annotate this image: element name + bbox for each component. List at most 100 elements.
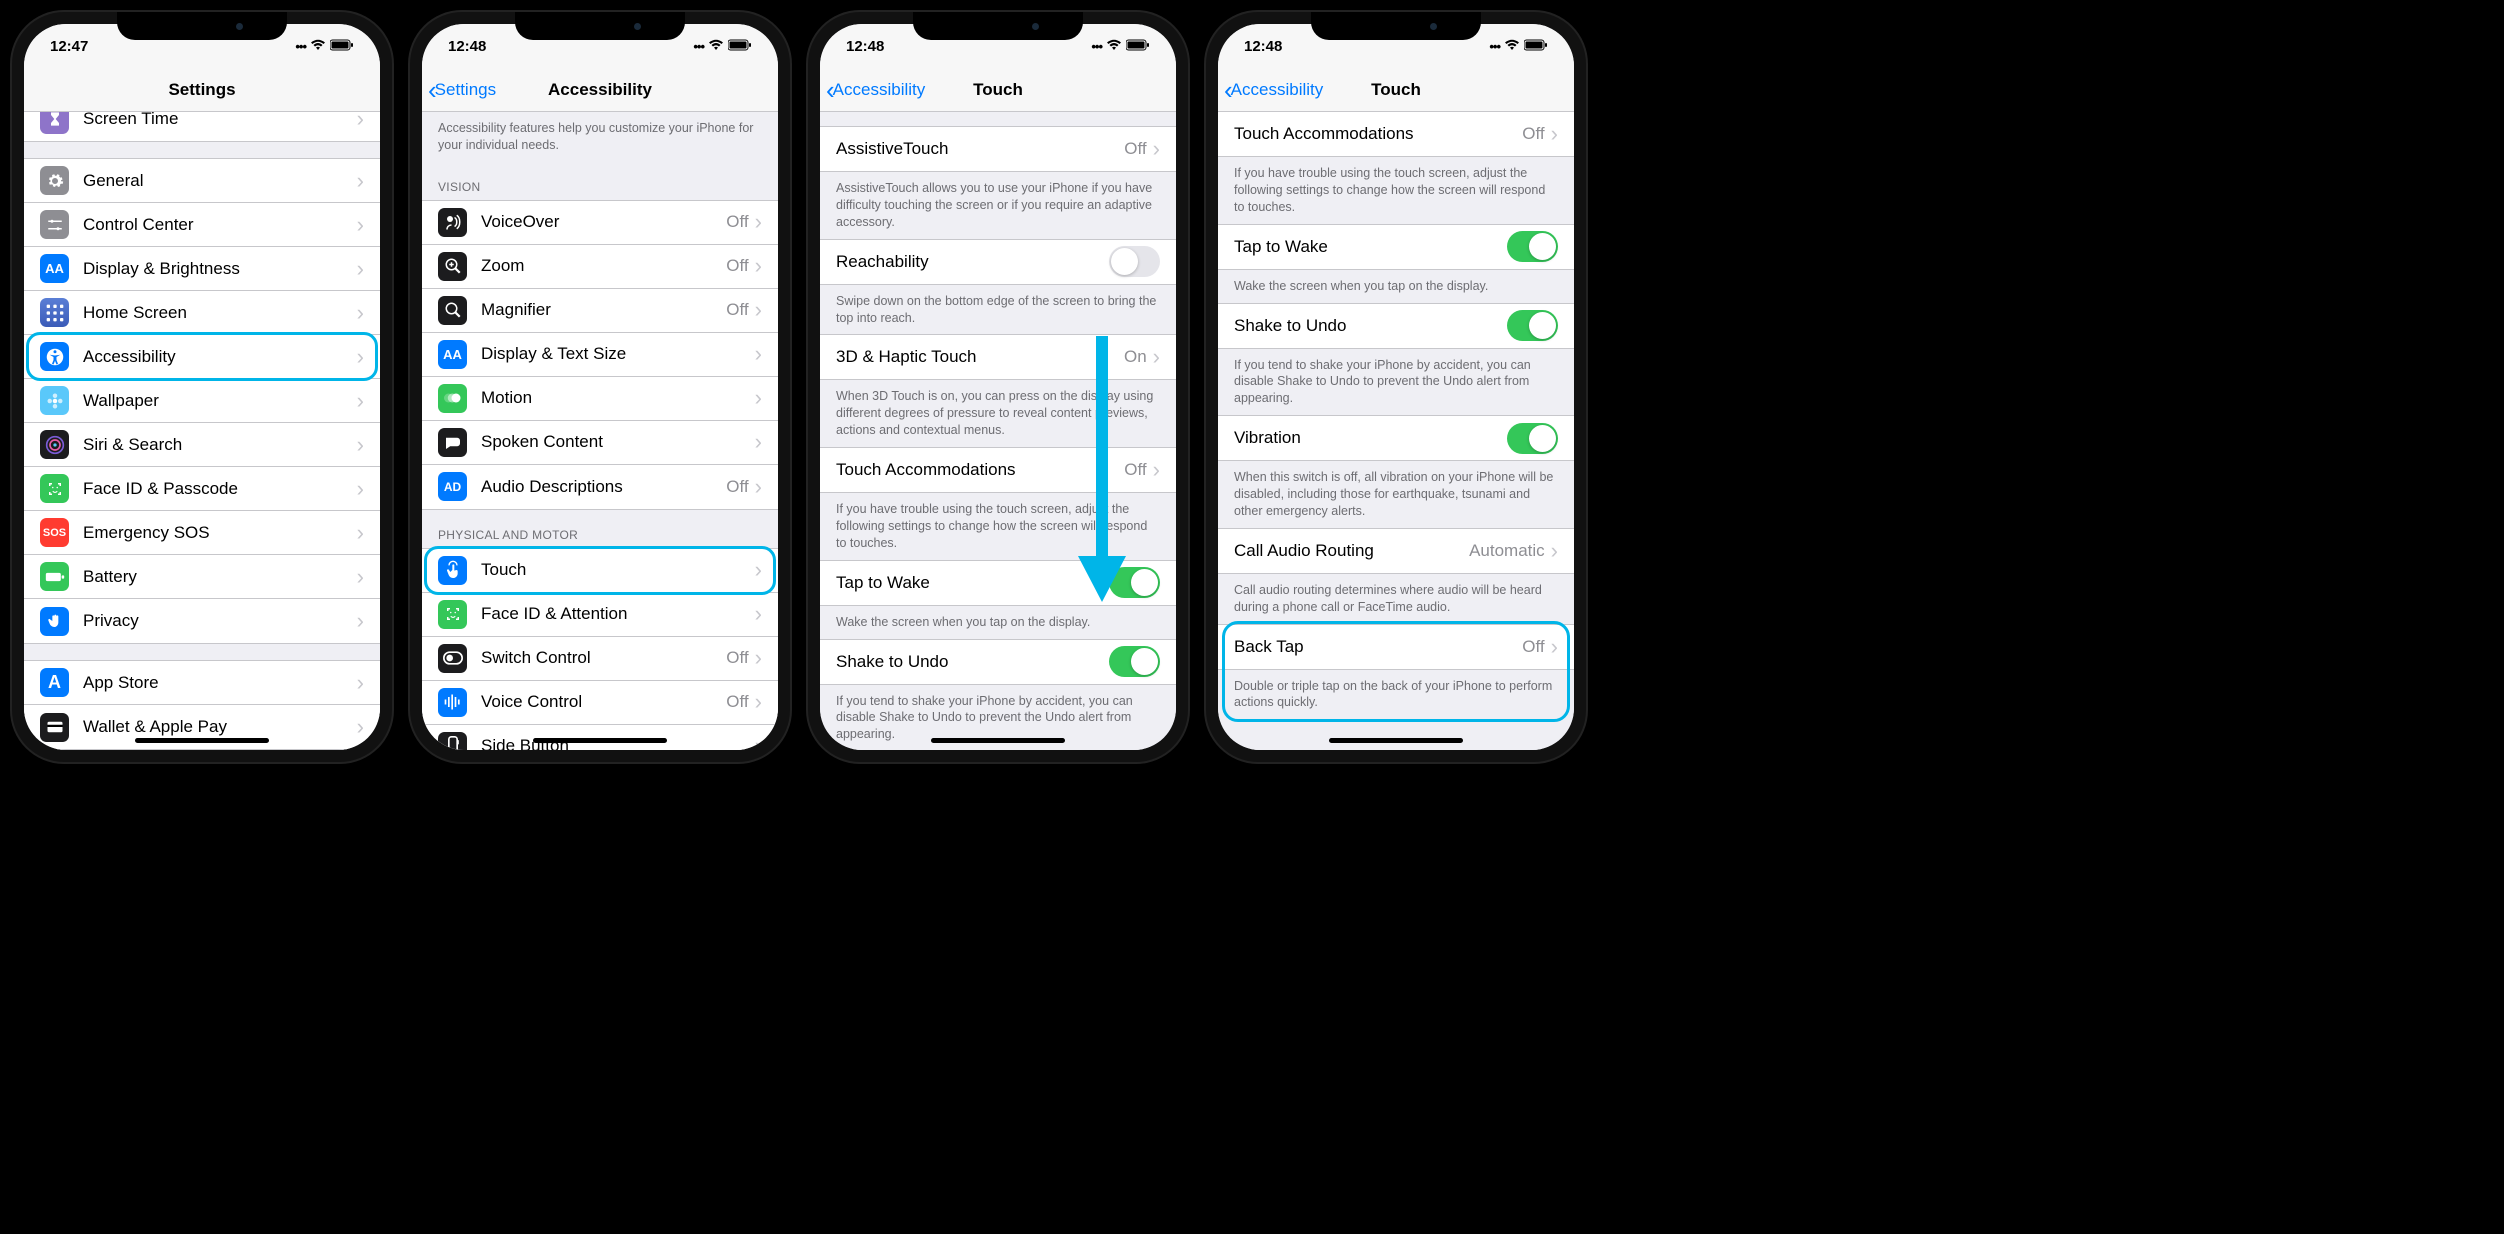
row-face-id-attention[interactable]: Face ID & Attention › [422, 593, 778, 637]
screen-1: 12:47 ••• Settings Screen Time › General… [24, 24, 380, 750]
phone-3: 12:48 ••• ‹Accessibility Touch Assistive… [808, 12, 1188, 762]
row-privacy[interactable]: Privacy › [24, 599, 380, 643]
phone-2: 12:48 ••• ‹Settings Accessibility Access… [410, 12, 790, 762]
row-label: App Store [83, 673, 357, 693]
row-audio-descriptions[interactable]: AD Audio Descriptions Off › [422, 465, 778, 509]
row-voiceover[interactable]: VoiceOver Off › [422, 201, 778, 245]
row-value: Off [1522, 637, 1544, 657]
list-group: Back Tap Off › [1218, 624, 1574, 670]
nav-bar: ‹Settings Accessibility [422, 68, 778, 112]
row-screen-time[interactable]: Screen Time › [24, 112, 380, 141]
row-spoken-content[interactable]: Spoken Content › [422, 421, 778, 465]
aa-icon: AA [40, 254, 69, 283]
toggle-switch[interactable] [1507, 231, 1558, 262]
back-button[interactable]: ‹Settings [422, 77, 496, 103]
row-label: Voice Control [481, 692, 726, 712]
status-right: ••• [1489, 38, 1548, 55]
list-group: Touch Accommodations Off › [1218, 112, 1574, 157]
flower-icon [40, 386, 69, 415]
toggle-switch[interactable] [1109, 246, 1160, 277]
row-display-text-size[interactable]: AA Display & Text Size › [422, 333, 778, 377]
desc-touch-accommodations: If you have trouble using the touch scre… [1218, 157, 1574, 224]
row-label: Display & Text Size [481, 344, 755, 364]
page-title: Settings [24, 80, 380, 100]
row-label: Battery [83, 567, 357, 587]
row-accessibility[interactable]: Accessibility › [24, 335, 380, 379]
list-group: AssistiveTouch Off › [820, 126, 1176, 172]
row-wallpaper[interactable]: Wallpaper › [24, 379, 380, 423]
zoom-icon [438, 252, 467, 281]
row-value: Automatic [1469, 541, 1545, 561]
signal-icon: ••• [693, 39, 704, 54]
row-touch-accommodations[interactable]: Touch Accommodations Off › [1218, 112, 1574, 156]
chevron-right-icon: › [357, 714, 364, 740]
row-switch-control[interactable]: Switch Control Off › [422, 637, 778, 681]
chevron-right-icon: › [357, 256, 364, 282]
home-indicator [135, 738, 269, 743]
chevron-right-icon: › [755, 733, 762, 750]
row-call-audio-routing[interactable]: Call Audio Routing Automatic › [1218, 529, 1574, 573]
row-app-store[interactable]: A App Store › [24, 661, 380, 705]
row-reachability: Reachability [820, 240, 1176, 284]
face-icon [40, 474, 69, 503]
row-label: Control Center [83, 215, 357, 235]
row-home-screen[interactable]: Home Screen › [24, 291, 380, 335]
chevron-right-icon: › [755, 297, 762, 323]
gear-icon [40, 166, 69, 195]
wifi-icon [1106, 38, 1122, 55]
back-button[interactable]: ‹Accessibility [1218, 77, 1323, 103]
row-emergency-sos[interactable]: SOS Emergency SOS › [24, 511, 380, 555]
row-label: Touch [481, 560, 755, 580]
row-label: AssistiveTouch [836, 139, 1124, 159]
row-label: Reachability [836, 252, 1109, 272]
toggle-switch[interactable] [1507, 423, 1558, 454]
screen-2: 12:48 ••• ‹Settings Accessibility Access… [422, 24, 778, 750]
row-general[interactable]: General › [24, 159, 380, 203]
toggle-switch[interactable] [1507, 310, 1558, 341]
row-label: Face ID & Passcode [83, 479, 357, 499]
row-display-brightness[interactable]: AA Display & Brightness › [24, 247, 380, 291]
voice-icon [438, 688, 467, 717]
row-label: Switch Control [481, 648, 726, 668]
chevron-right-icon: › [357, 432, 364, 458]
row-back-tap[interactable]: Back Tap Off › [1218, 625, 1574, 669]
desc-tap-to-wake: Wake the screen when you tap on the disp… [1218, 270, 1574, 303]
chevron-right-icon: › [357, 476, 364, 502]
home-indicator [931, 738, 1065, 743]
row-tap-to-wake: Tap to Wake [1218, 225, 1574, 269]
row-zoom[interactable]: Zoom Off › [422, 245, 778, 289]
row-value: Off [1124, 139, 1146, 159]
row-assistivetouch[interactable]: AssistiveTouch Off › [820, 127, 1176, 171]
row-magnifier[interactable]: Magnifier Off › [422, 289, 778, 333]
clock: 12:48 [846, 38, 884, 55]
row-value: Off [726, 648, 748, 668]
header-vision: VISION [422, 162, 778, 200]
row-battery[interactable]: Battery › [24, 555, 380, 599]
list-group: General › Control Center › AA Display & … [24, 158, 380, 644]
chevron-right-icon: › [1551, 538, 1558, 564]
side-icon [438, 732, 467, 750]
list-group: Shake to Undo [820, 639, 1176, 685]
row-face-id-passcode[interactable]: Face ID & Passcode › [24, 467, 380, 511]
hand-icon [40, 607, 69, 636]
back-button[interactable]: ‹Accessibility [820, 77, 925, 103]
row-label: Wallet & Apple Pay [83, 717, 357, 737]
list-group: Tap to Wake [1218, 224, 1574, 270]
row-motion[interactable]: Motion › [422, 377, 778, 421]
back-label: Accessibility [1231, 80, 1324, 100]
row-voice-control[interactable]: Voice Control Off › [422, 681, 778, 725]
header-physical-motor: PHYSICAL AND MOTOR [422, 510, 778, 548]
screen-3: 12:48 ••• ‹Accessibility Touch Assistive… [820, 24, 1176, 750]
row-label: Call Audio Routing [1234, 541, 1469, 561]
row-touch[interactable]: Touch › [422, 549, 778, 593]
home-indicator [1329, 738, 1463, 743]
row-control-center[interactable]: Control Center › [24, 203, 380, 247]
row-siri-search[interactable]: Siri & Search › [24, 423, 380, 467]
toggle-switch[interactable] [1109, 646, 1160, 677]
chevron-right-icon: › [755, 341, 762, 367]
wave-icon [438, 208, 467, 237]
chevron-right-icon: › [357, 388, 364, 414]
row-label: Audio Descriptions [481, 477, 726, 497]
row-label: Siri & Search [83, 435, 357, 455]
row-label: Zoom [481, 256, 726, 276]
